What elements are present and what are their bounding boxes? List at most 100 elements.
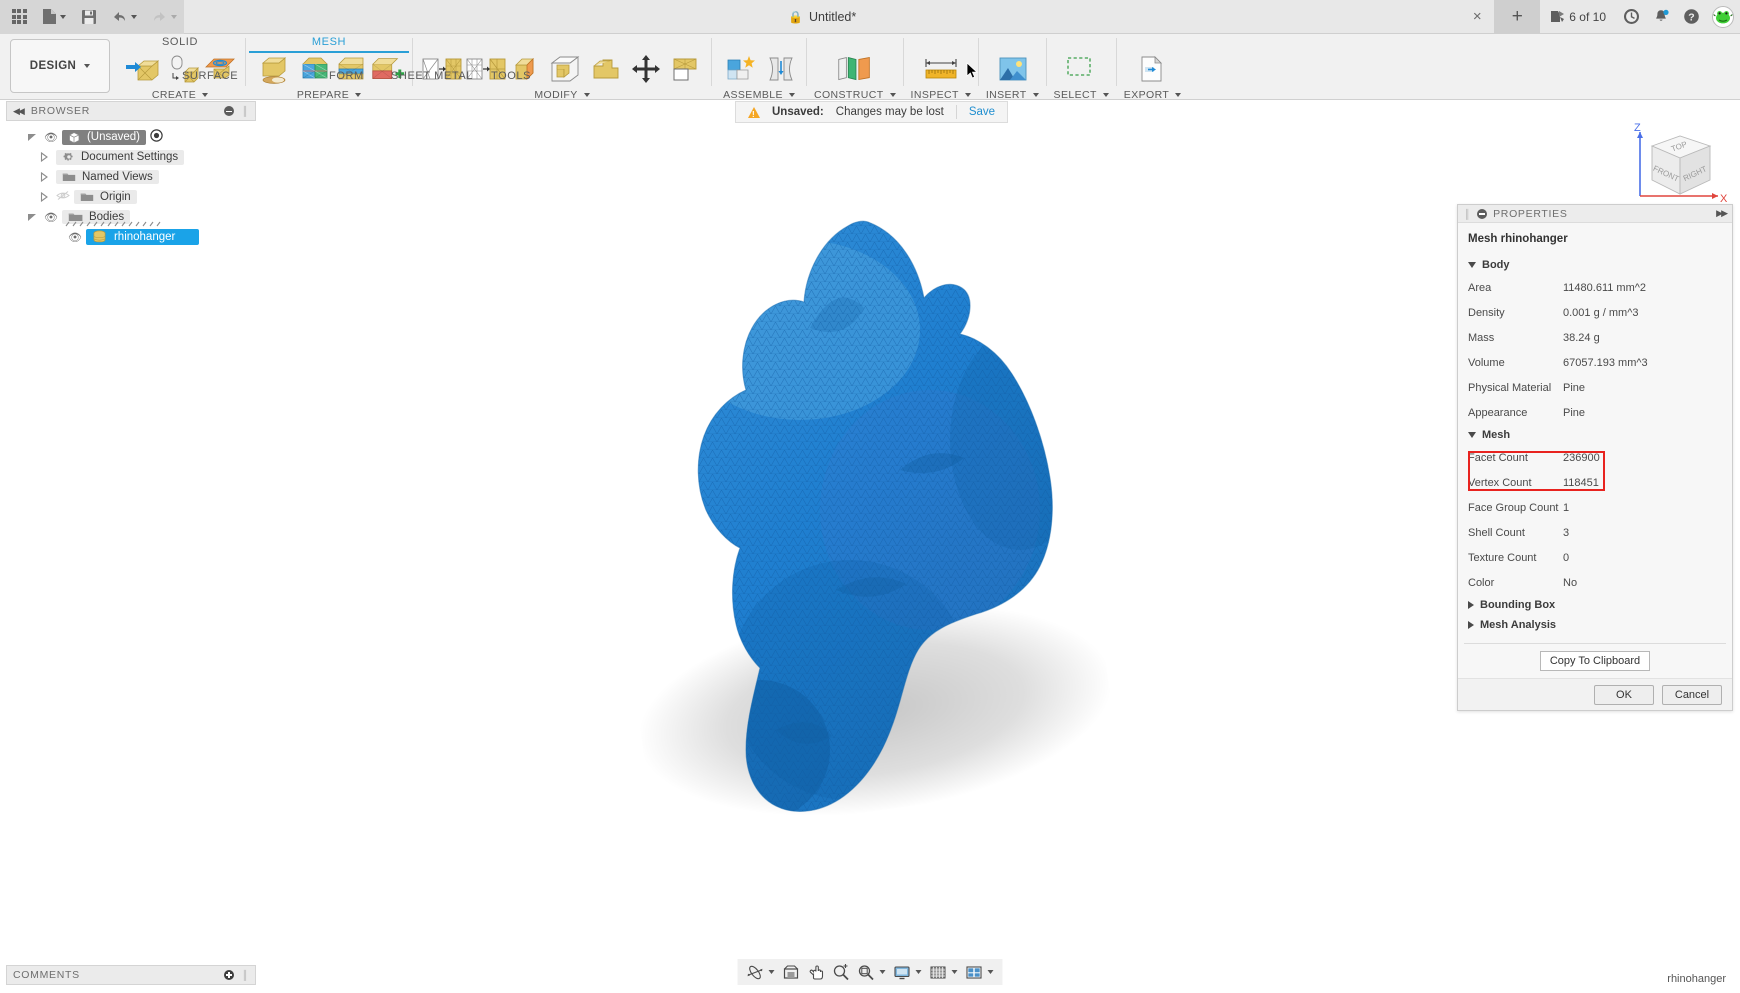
tab-mesh[interactable]: MESH (312, 35, 346, 50)
property-value: No (1563, 577, 1577, 589)
property-row-area: Area 11480.611 mm^2 (1458, 275, 1732, 300)
expander-right-icon[interactable] (36, 152, 52, 162)
browser-panel: ◀◀ BROWSER ║ 👁 (Unsaved) (6, 101, 256, 247)
look-at-icon[interactable] (780, 959, 803, 985)
new-component-icon[interactable] (719, 50, 763, 88)
tree-row-document-settings[interactable]: Document Settings (6, 147, 256, 167)
expander-right-icon[interactable] (36, 172, 52, 182)
new-document-icon[interactable] (34, 2, 74, 32)
tree-row-origin[interactable]: Origin (6, 187, 256, 207)
expander-right-icon[interactable] (36, 192, 52, 202)
offset-plane-icon[interactable] (833, 50, 877, 88)
tab-form[interactable]: FORM (329, 69, 364, 84)
user-avatar[interactable] (1712, 6, 1734, 28)
tree-row-bodies[interactable]: 👁 Bodies (6, 207, 256, 227)
app-grid-icon[interactable] (4, 2, 34, 32)
property-row-density: Density 0.001 g / mm^3 (1458, 300, 1732, 325)
property-key: Facet Count (1468, 452, 1563, 464)
delete-faces-icon[interactable] (588, 50, 624, 88)
visibility-eye-icon[interactable]: 👁 (68, 231, 82, 244)
tree-label: Origin (100, 191, 131, 203)
tree-item-rhinohanger[interactable]: rhinohanger (86, 229, 199, 245)
undo-icon[interactable] (104, 2, 144, 32)
export-group-label[interactable]: EXPORT (1124, 89, 1181, 101)
workspace-switcher[interactable]: DESIGN (10, 39, 110, 93)
save-icon[interactable] (74, 2, 104, 32)
select-group-label[interactable]: SELECT (1054, 89, 1109, 101)
smooth-icon[interactable] (544, 50, 588, 88)
chevron-down-icon[interactable] (880, 970, 886, 974)
visibility-eye-icon[interactable]: 👁 (44, 211, 58, 224)
move-copy-icon[interactable] (624, 50, 668, 88)
chevron-down-icon[interactable] (988, 970, 994, 974)
add-comment-icon[interactable] (224, 970, 234, 980)
align-icon[interactable] (668, 50, 704, 88)
section-mesh-analysis-header[interactable]: Mesh Analysis (1458, 615, 1732, 635)
expand-right-icon[interactable]: ▶▶ (1716, 208, 1726, 219)
chevron-down-icon[interactable] (769, 970, 775, 974)
pan-icon[interactable] (805, 959, 828, 985)
grid-snap-icon[interactable] (927, 959, 961, 985)
expander-down-icon[interactable] (24, 212, 40, 222)
modify-group-label[interactable]: MODIFY (534, 89, 589, 101)
help-icon[interactable]: ? (1676, 0, 1706, 34)
chevron-down-icon (890, 93, 896, 97)
insert-group-label[interactable]: INSERT (986, 89, 1039, 101)
tree-row-named-views[interactable]: Named Views (6, 167, 256, 187)
cancel-button[interactable]: Cancel (1662, 685, 1722, 705)
collapse-left-icon[interactable]: ◀◀ (13, 106, 23, 117)
drag-grip-icon[interactable]: ║ (1464, 209, 1471, 219)
measure-icon[interactable] (919, 50, 963, 88)
construct-group-label[interactable]: CONSTRUCT (814, 89, 896, 101)
fit-icon[interactable] (855, 959, 889, 985)
orbit-icon[interactable] (744, 959, 778, 985)
tree-item-named-views[interactable]: Named Views (56, 170, 159, 184)
joint-icon[interactable] (763, 50, 799, 88)
zoom-icon[interactable] (830, 959, 853, 985)
section-body-header[interactable]: Body (1458, 255, 1732, 275)
bell-icon[interactable] (1646, 0, 1676, 34)
section-bounding-box-header[interactable]: Bounding Box (1458, 595, 1732, 615)
property-key: Appearance (1468, 407, 1563, 419)
assemble-group-label[interactable]: ASSEMBLE (723, 89, 795, 101)
close-tab-button[interactable]: × (1460, 0, 1494, 34)
chevron-down-icon[interactable] (952, 970, 958, 974)
visibility-eye-icon[interactable]: 👁 (44, 131, 58, 144)
insert-mcmaster-icon[interactable] (990, 50, 1034, 88)
display-settings-icon[interactable] (891, 959, 925, 985)
tree-item-bodies[interactable]: Bodies (62, 210, 130, 224)
tab-tools[interactable]: TOOLS (491, 69, 531, 84)
copy-to-clipboard-button[interactable]: Copy To Clipboard (1540, 651, 1650, 671)
selection-filter-icon[interactable] (1059, 50, 1103, 88)
panel-options-icon[interactable] (224, 106, 234, 116)
radio-icon[interactable] (150, 129, 163, 145)
browser-header: ◀◀ BROWSER ║ (6, 101, 256, 121)
viewports-icon[interactable] (963, 959, 997, 985)
property-value: 3 (1563, 527, 1569, 539)
recent-icon[interactable] (1616, 0, 1646, 34)
ok-button[interactable]: OK (1594, 685, 1654, 705)
tree-item-document-settings[interactable]: Document Settings (56, 150, 184, 165)
export-icon[interactable] (1130, 50, 1174, 88)
tree-row-rhinohanger[interactable]: 👁 rhinohanger (6, 227, 256, 247)
save-button[interactable]: Save (969, 106, 995, 118)
mesh-model-rhinohanger[interactable] (600, 210, 1120, 830)
tree-row-unsaved[interactable]: 👁 (Unsaved) (6, 127, 256, 147)
comments-panel[interactable]: COMMENTS ║ (6, 965, 256, 985)
expander-down-icon[interactable] (24, 132, 40, 142)
chevron-down-icon[interactable] (916, 970, 922, 974)
create-mesh-icon[interactable] (122, 50, 166, 88)
tab-sheet-metal[interactable]: SHEET METAL (391, 69, 473, 84)
new-tab-button[interactable]: + (1494, 0, 1540, 34)
gear-icon (62, 151, 75, 164)
minimize-icon[interactable] (1477, 209, 1487, 219)
visibility-eye-off-icon[interactable] (56, 190, 70, 204)
tab-solid[interactable]: SOLID (162, 35, 198, 50)
job-status-button[interactable]: 6 of 10 (1540, 9, 1616, 24)
inspect-group-label[interactable]: INSPECT (911, 89, 971, 101)
tree-item-unsaved[interactable]: (Unsaved) (62, 130, 146, 145)
tab-surface[interactable]: SURFACE (182, 69, 238, 84)
plane-cut-icon[interactable] (253, 50, 297, 88)
tree-item-origin[interactable]: Origin (74, 190, 137, 204)
section-mesh-header[interactable]: Mesh (1458, 425, 1732, 445)
